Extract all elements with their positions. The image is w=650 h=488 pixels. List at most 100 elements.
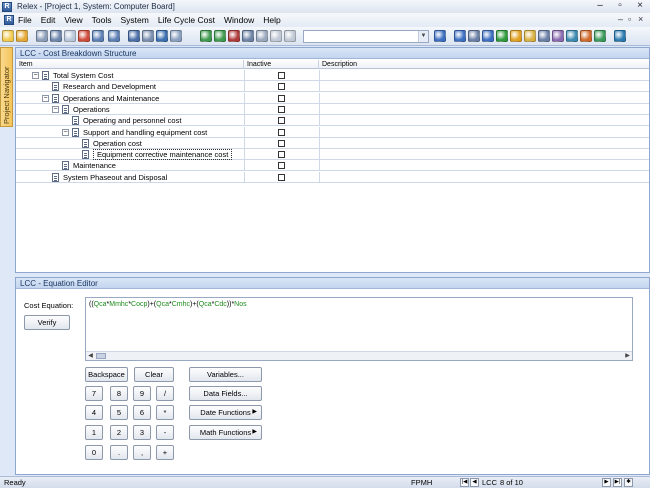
clear-button[interactable]: Clear: [134, 367, 174, 382]
menu-life-cycle-cost[interactable]: Life Cycle Cost: [158, 15, 215, 25]
inactive-checkbox[interactable]: [278, 162, 285, 170]
description-cell[interactable]: [320, 149, 649, 160]
horizontal-scrollbar[interactable]: ◀ ▶: [86, 351, 632, 360]
mdi-restore-icon[interactable]: ▫: [628, 14, 631, 24]
menu-window[interactable]: Window: [224, 15, 254, 25]
verify-button[interactable]: Verify: [24, 315, 70, 330]
row-label[interactable]: Total System Cost: [53, 71, 113, 80]
open-icon[interactable]: [16, 30, 28, 42]
row-label[interactable]: Operations and Maintenance: [63, 94, 159, 103]
keypad-key[interactable]: 0: [85, 445, 103, 460]
globe-icon[interactable]: [256, 30, 268, 42]
description-cell[interactable]: [320, 115, 649, 126]
backspace-button[interactable]: Backspace: [85, 367, 128, 382]
cut-icon[interactable]: [36, 30, 48, 42]
keypad-key[interactable]: -: [156, 425, 174, 440]
collapse-icon[interactable]: −: [32, 72, 39, 79]
description-cell[interactable]: [320, 160, 649, 171]
description-cell[interactable]: [320, 127, 649, 138]
scroll-thumb[interactable]: [96, 353, 106, 359]
keypad-key[interactable]: 5: [110, 405, 128, 420]
paste-icon[interactable]: [64, 30, 76, 42]
wrench-icon[interactable]: [538, 30, 550, 42]
nav-icon[interactable]: [454, 30, 466, 42]
keypad-key[interactable]: 9: [133, 386, 151, 401]
collapse-icon[interactable]: −: [52, 105, 59, 113]
keypad-key[interactable]: +: [156, 445, 174, 460]
row-label[interactable]: Operations: [73, 105, 110, 114]
cube-icon[interactable]: [566, 30, 578, 42]
variables-button[interactable]: Variables...: [189, 367, 262, 382]
keypad-key[interactable]: ,: [133, 445, 151, 460]
menu-tools[interactable]: Tools: [92, 15, 112, 25]
keypad-key[interactable]: *: [156, 405, 174, 420]
row-label[interactable]: Maintenance: [73, 161, 116, 170]
inactive-checkbox[interactable]: [278, 105, 285, 113]
pie-icon[interactable]: [510, 30, 522, 42]
mdi-minimize-icon[interactable]: –: [618, 14, 623, 24]
row-label[interactable]: Research and Development: [63, 82, 156, 91]
lock-icon[interactable]: [524, 30, 536, 42]
description-cell[interactable]: [320, 104, 649, 115]
inactive-checkbox[interactable]: [278, 173, 285, 181]
tree-icon[interactable]: [482, 30, 494, 42]
person-icon[interactable]: [594, 30, 606, 42]
toolbar-combo[interactable]: ▼: [303, 30, 429, 43]
table-row[interactable]: Equipment corrective maintenance cost: [16, 149, 649, 161]
table-row[interactable]: System Phaseout and Disposal: [16, 171, 649, 183]
keypad-key[interactable]: 7: [85, 386, 103, 401]
new-record-icon[interactable]: ✱: [624, 478, 633, 487]
collapse-icon[interactable]: −: [42, 94, 49, 102]
puzzle-icon[interactable]: [580, 30, 592, 42]
row-label[interactable]: Support and handling equipment cost: [83, 128, 207, 137]
preview-icon[interactable]: [142, 30, 154, 42]
maximize-icon[interactable]: ▫: [610, 0, 630, 13]
inactive-checkbox[interactable]: [278, 139, 285, 147]
chart-icon[interactable]: [284, 30, 296, 42]
inactive-checkbox[interactable]: [278, 94, 285, 102]
math-functions-button[interactable]: Math Functions ▶: [189, 425, 262, 440]
column-header-inactive[interactable]: Inactive: [244, 60, 319, 69]
table-row[interactable]: Research and Development: [16, 81, 649, 93]
calculator-icon[interactable]: [228, 30, 240, 42]
description-cell[interactable]: [320, 172, 649, 183]
inactive-checkbox[interactable]: [278, 83, 285, 91]
inactive-checkbox[interactable]: [278, 117, 285, 125]
project-navigator-tab[interactable]: Project Navigator: [0, 47, 13, 127]
keypad-key[interactable]: .: [110, 445, 128, 460]
table-icon[interactable]: [242, 30, 254, 42]
menu-view[interactable]: View: [64, 15, 82, 25]
table-row[interactable]: Maintenance: [16, 160, 649, 172]
gear-icon[interactable]: [552, 30, 564, 42]
table-row[interactable]: Operation cost: [16, 137, 649, 149]
help-icon[interactable]: [434, 30, 446, 42]
export-icon[interactable]: [200, 30, 212, 42]
column-header-item[interactable]: Item: [16, 60, 244, 69]
table-row[interactable]: − Operations: [16, 103, 649, 115]
date-functions-button[interactable]: Date Functions ▶: [189, 405, 262, 420]
keypad-key[interactable]: /: [156, 386, 174, 401]
first-record-icon[interactable]: |◀: [460, 478, 469, 487]
minimize-icon[interactable]: –: [590, 0, 610, 13]
next-record-icon[interactable]: ▶: [602, 478, 611, 487]
row-label[interactable]: Equipment corrective maintenance cost: [93, 149, 233, 161]
document-menu-icon[interactable]: R: [4, 15, 14, 25]
row-label[interactable]: Operating and personnel cost: [83, 116, 181, 125]
close-icon[interactable]: ×: [630, 0, 650, 13]
new-icon[interactable]: [2, 30, 14, 42]
data-fields-button[interactable]: Data Fields...: [189, 386, 262, 401]
keypad-key[interactable]: 4: [85, 405, 103, 420]
mdi-close-icon[interactable]: ×: [638, 14, 643, 24]
keypad-key[interactable]: 2: [110, 425, 128, 440]
flag-icon[interactable]: [496, 30, 508, 42]
structure-icon[interactable]: [468, 30, 480, 42]
inactive-checkbox[interactable]: [278, 151, 285, 159]
find-icon[interactable]: [156, 30, 168, 42]
keypad-key[interactable]: 8: [110, 386, 128, 401]
menu-system[interactable]: System: [120, 15, 148, 25]
undo-icon[interactable]: [92, 30, 104, 42]
row-label[interactable]: Operation cost: [93, 139, 142, 148]
description-cell[interactable]: [320, 70, 649, 81]
spell-icon[interactable]: [170, 30, 182, 42]
table-row[interactable]: − Support and handling equipment cost: [16, 126, 649, 138]
